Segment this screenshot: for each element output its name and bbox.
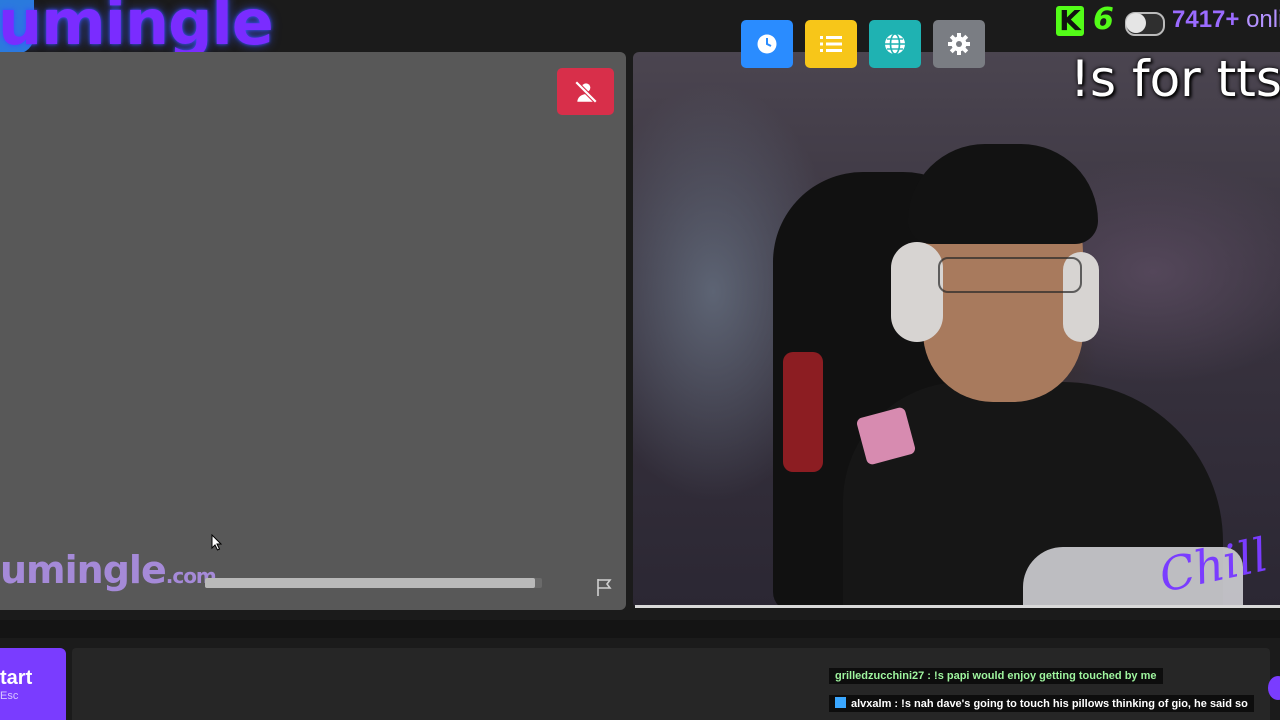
online-number: 7417+ — [1172, 6, 1240, 33]
chat-message: grilledzucchini27 : !s papi would enjoy … — [829, 668, 1163, 684]
user-slash-icon — [574, 80, 597, 103]
start-button-label: tart — [0, 666, 33, 689]
tts-overlay-text: !s for tts — [1070, 50, 1280, 108]
self-video-feed: Chill — [633, 52, 1280, 608]
start-button[interactable]: tart Esc — [0, 648, 66, 720]
chat-username: alvxalm — [851, 698, 892, 710]
chat-badge-icon — [835, 697, 846, 708]
history-button[interactable] — [741, 20, 793, 68]
progress-fill — [205, 578, 536, 588]
headphone-left — [891, 242, 943, 342]
online-label: onli — [1246, 6, 1280, 33]
watermark-text: umingle — [0, 548, 167, 592]
durag — [908, 144, 1098, 244]
mute-stranger-button[interactable] — [557, 68, 614, 115]
list-button[interactable] — [805, 20, 857, 68]
flag-icon[interactable] — [595, 577, 615, 597]
connection-progress-bar — [205, 578, 542, 588]
kick-logo: K — [1056, 6, 1084, 36]
chat-username: grilledzucchini27 — [835, 670, 925, 682]
video-bottom-bar — [635, 605, 1280, 608]
clock-icon — [757, 34, 777, 54]
gear-icon — [948, 33, 970, 55]
site-watermark: umingle.com — [0, 548, 217, 592]
site-logo[interactable]: umingle — [0, 0, 274, 59]
globe-button[interactable] — [869, 20, 921, 68]
chat-message: alvxalm : !s nah dave's going to touch h… — [829, 695, 1254, 712]
globe-icon — [885, 33, 905, 55]
online-count: 7417+ onli — [1172, 6, 1280, 34]
toggle-knob[interactable] — [1126, 13, 1146, 33]
chat-text: !s papi would enjoy getting touched by m… — [934, 670, 1157, 682]
divider-bar — [0, 620, 1280, 638]
glasses — [938, 257, 1082, 293]
settings-button[interactable] — [933, 20, 985, 68]
mouse-cursor-icon — [211, 534, 223, 551]
stranger-video-panel — [0, 52, 626, 610]
chat-text: !s nah dave's going to touch his pillows… — [901, 698, 1248, 710]
list-icon — [820, 36, 842, 52]
start-button-shortcut: Esc — [0, 689, 19, 702]
kick-viewer-count: 6 — [1093, 2, 1114, 37]
chair-accent — [783, 352, 823, 472]
